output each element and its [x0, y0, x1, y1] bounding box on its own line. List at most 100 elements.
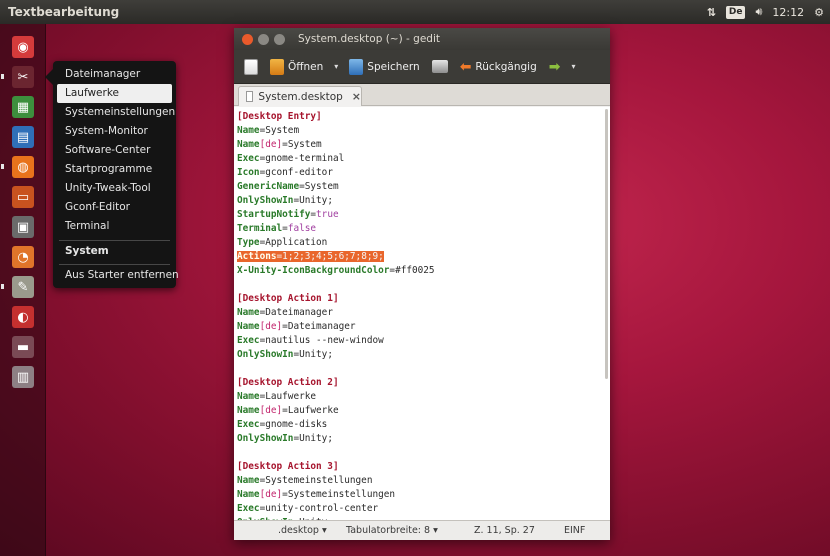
code-line: Exec=nautilus --new-window	[237, 335, 384, 346]
quicklist-item-terminal[interactable]: Terminal	[57, 217, 172, 236]
open-button-label: Öffnen	[288, 60, 324, 73]
removable-drive-icon: ▬	[12, 336, 34, 358]
code-line: Exec=gnome-disks	[237, 419, 328, 430]
document-icon	[246, 91, 254, 102]
text-editor[interactable]: [Desktop Entry] Name=System Name[de]=Syste…	[234, 107, 610, 520]
trash-icon: ▥	[12, 366, 34, 388]
window-titlebar[interactable]: System.desktop (~) - gedit	[234, 28, 610, 50]
insert-mode: EINF	[564, 525, 586, 536]
tab-bar: System.desktop ×	[234, 84, 610, 106]
new-document-button[interactable]	[240, 54, 262, 80]
quicklist-remove-from-launcher[interactable]: Aus Starter entfernen	[57, 266, 179, 285]
launcher-item[interactable]: ▬	[6, 332, 40, 362]
status-bar: .desktop ▾ Tabulatorbreite: 8 ▾ Z. 11, S…	[234, 520, 610, 540]
open-button[interactable]: Öffnen	[266, 54, 327, 80]
keyboard-layout-indicator[interactable]: De	[725, 5, 746, 19]
screenshot-icon: ▣	[12, 216, 34, 238]
volume-icon[interactable]: 🔊︎	[755, 5, 762, 19]
software-center-icon: ◐	[12, 306, 34, 328]
code-line: Name=Dateimanager	[237, 307, 333, 318]
launcher-item[interactable]: ✂	[6, 62, 40, 92]
launcher-item[interactable]: ▥	[6, 362, 40, 392]
code-line: Name[de]=System	[237, 139, 322, 150]
network-icon[interactable]: ⇅	[707, 6, 716, 19]
text-editor-icon: ✎	[12, 276, 34, 298]
indicator-area: ⇅ De 🔊︎ 12:12 ⚙	[707, 0, 824, 24]
running-app-indicator	[1, 164, 4, 169]
launcher-item[interactable]: ◍	[6, 152, 40, 182]
quicklist-item-gconf-editor[interactable]: Gconf-Editor	[57, 198, 172, 217]
save-button-label: Speichern	[367, 60, 420, 73]
tab-close-icon[interactable]: ×	[352, 90, 361, 103]
save-button[interactable]: Speichern	[345, 54, 423, 80]
language-selector[interactable]: .desktop ▾	[278, 521, 327, 541]
tab-system-desktop[interactable]: System.desktop ×	[238, 86, 362, 106]
code-line: OnlyShowIn=Unity;	[237, 195, 333, 206]
firefox-icon: ◍	[12, 156, 34, 178]
quicklist-separator	[59, 240, 170, 241]
dash-home-icon: ◉	[12, 36, 34, 58]
quicklist-item-dateimanager[interactable]: Dateimanager	[57, 65, 172, 84]
running-app-indicator	[1, 74, 4, 79]
code-line: [Desktop Entry]	[237, 111, 322, 122]
launcher-item[interactable]: ◔	[6, 242, 40, 272]
launcher-item[interactable]: ▦	[6, 92, 40, 122]
print-button[interactable]	[428, 54, 452, 80]
libreoffice-writer-icon: ▤	[12, 126, 34, 148]
redo-button[interactable]: ➡	[545, 54, 565, 80]
new-document-icon	[244, 58, 258, 75]
launcher-item[interactable]: ▤	[6, 122, 40, 152]
quicklist-item-laufwerke[interactable]: Laufwerke	[57, 84, 172, 103]
code-line: GenericName=System	[237, 181, 339, 192]
launcher-item[interactable]: ✎	[6, 272, 40, 302]
tab-width-selector[interactable]: Tabulatorbreite: 8 ▾	[346, 521, 438, 541]
running-app-indicator	[1, 284, 4, 289]
launcher-item[interactable]: ◉	[6, 32, 40, 62]
code-line: Actions=1;2;3;4;5;6;7;8;9;	[237, 251, 384, 262]
code-line: Name=Laufwerke	[237, 391, 317, 402]
code-line: Exec=gnome-terminal	[237, 153, 345, 164]
quicklist-item-startprogramme[interactable]: Startprogramme	[57, 160, 172, 179]
open-folder-icon	[270, 58, 284, 75]
print-icon	[431, 60, 448, 73]
quicklist-item-systemeinstellungen[interactable]: Systemeinstellungen	[57, 103, 175, 122]
quicklist-item-unity-tweak-tool[interactable]: Unity-Tweak-Tool	[57, 179, 172, 198]
code-view[interactable]: [Desktop Entry] Name=System Name[de]=Syste…	[237, 110, 435, 520]
code-line: [Desktop Action 3]	[237, 461, 339, 472]
close-window-button[interactable]	[242, 33, 253, 45]
quicklist-item-system-monitor[interactable]: System-Monitor	[57, 122, 172, 141]
launcher-item[interactable]: ▭	[6, 182, 40, 212]
code-line: StartupNotify=true	[237, 209, 339, 220]
code-line: Terminal=false	[237, 223, 317, 234]
window-title: System.desktop (~) - gedit	[298, 33, 440, 45]
code-line: OnlyShowIn=Unity;	[237, 433, 333, 444]
code-line: OnlyShowIn=Unity;	[237, 349, 333, 360]
vertical-scrollbar[interactable]	[605, 109, 608, 379]
toolbar-overflow-dropdown-icon[interactable]: ▾	[569, 62, 579, 71]
quicklist-separator	[59, 264, 170, 265]
toolbar: Öffnen ▾ Speichern ⬅ Rückgängig ➡ ▾	[234, 50, 610, 84]
clock[interactable]: 12:12	[772, 6, 804, 19]
minimize-window-button[interactable]	[258, 33, 269, 45]
quicklist-item-software-center[interactable]: Software-Center	[57, 141, 172, 160]
quicklist-arrow	[45, 69, 53, 85]
launcher-item[interactable]: ◐	[6, 302, 40, 332]
code-line: [Desktop Action 1]	[237, 293, 339, 304]
code-line: Exec=unity-control-center	[237, 503, 379, 514]
settings-gear-icon[interactable]: ⚙	[814, 6, 824, 19]
maximize-window-button[interactable]	[274, 33, 285, 45]
code-line: Name[de]=Laufwerke	[237, 405, 339, 416]
undo-arrow-icon: ⬅	[459, 58, 472, 75]
undo-button[interactable]: ⬅ Rückgängig	[456, 54, 541, 80]
code-line: Name=System	[237, 125, 300, 136]
open-recent-dropdown-icon[interactable]: ▾	[331, 62, 341, 71]
launcher-item[interactable]: ▣	[6, 212, 40, 242]
save-icon	[349, 58, 364, 75]
app-title: Textbearbeitung	[8, 5, 120, 19]
launcher-quicklist: Dateimanager Laufwerke Systemeinstellung…	[45, 61, 179, 288]
quicklist-app-name[interactable]: System	[57, 242, 172, 261]
libreoffice-impress-icon: ▭	[12, 186, 34, 208]
